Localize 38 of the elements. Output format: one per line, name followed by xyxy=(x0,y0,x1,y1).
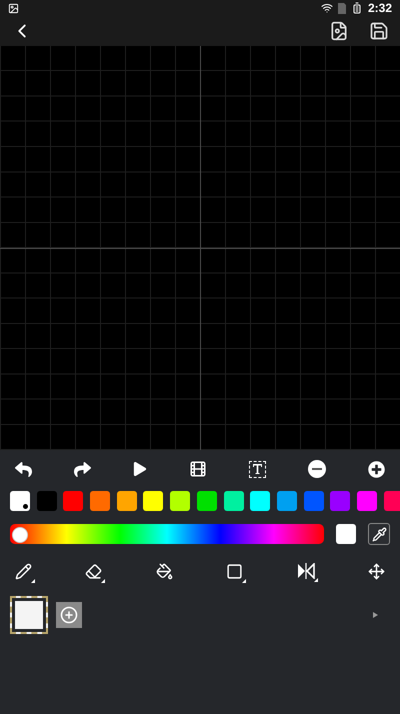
text-tool-icon xyxy=(249,460,266,478)
pencil-icon xyxy=(15,562,32,580)
film-icon xyxy=(189,460,207,478)
play-icon xyxy=(133,462,147,476)
slider-thumb[interactable] xyxy=(12,527,28,543)
clock-time: 2:32 xyxy=(368,1,392,15)
notification-icon xyxy=(8,2,19,14)
square-icon xyxy=(226,562,244,580)
color-swatch[interactable] xyxy=(250,491,270,511)
add-icon xyxy=(368,460,385,478)
move-icon xyxy=(368,562,385,580)
color-swatch[interactable] xyxy=(63,491,84,511)
frame-thumbnail[interactable] xyxy=(10,596,48,634)
color-swatch[interactable] xyxy=(36,491,57,511)
hue-slider[interactable] xyxy=(10,524,324,544)
mirror-icon xyxy=(296,563,315,579)
redo-icon xyxy=(74,460,91,478)
color-swatch[interactable] xyxy=(384,491,400,511)
color-swatch[interactable] xyxy=(196,491,217,511)
battery-icon xyxy=(350,2,363,14)
eraser-icon xyxy=(85,562,102,580)
sim-icon xyxy=(338,2,346,14)
paint-bucket-icon xyxy=(156,562,173,580)
undo-icon xyxy=(15,460,32,478)
color-swatch[interactable] xyxy=(170,491,190,511)
add-frame-button[interactable] xyxy=(56,602,82,628)
color-swatch[interactable] xyxy=(224,491,244,511)
scan-button[interactable] xyxy=(305,457,329,481)
color-swatch[interactable] xyxy=(304,491,324,511)
color-swatch[interactable] xyxy=(143,491,164,511)
color-swatch[interactable] xyxy=(90,491,110,511)
color-swatch[interactable] xyxy=(10,491,30,511)
eyedropper-button[interactable] xyxy=(368,523,390,545)
color-swatch[interactable] xyxy=(330,491,350,511)
color-swatch[interactable] xyxy=(356,491,377,511)
expand-icon[interactable] xyxy=(373,612,378,618)
color-swatch[interactable] xyxy=(276,491,297,511)
color-swatch[interactable] xyxy=(116,491,137,511)
